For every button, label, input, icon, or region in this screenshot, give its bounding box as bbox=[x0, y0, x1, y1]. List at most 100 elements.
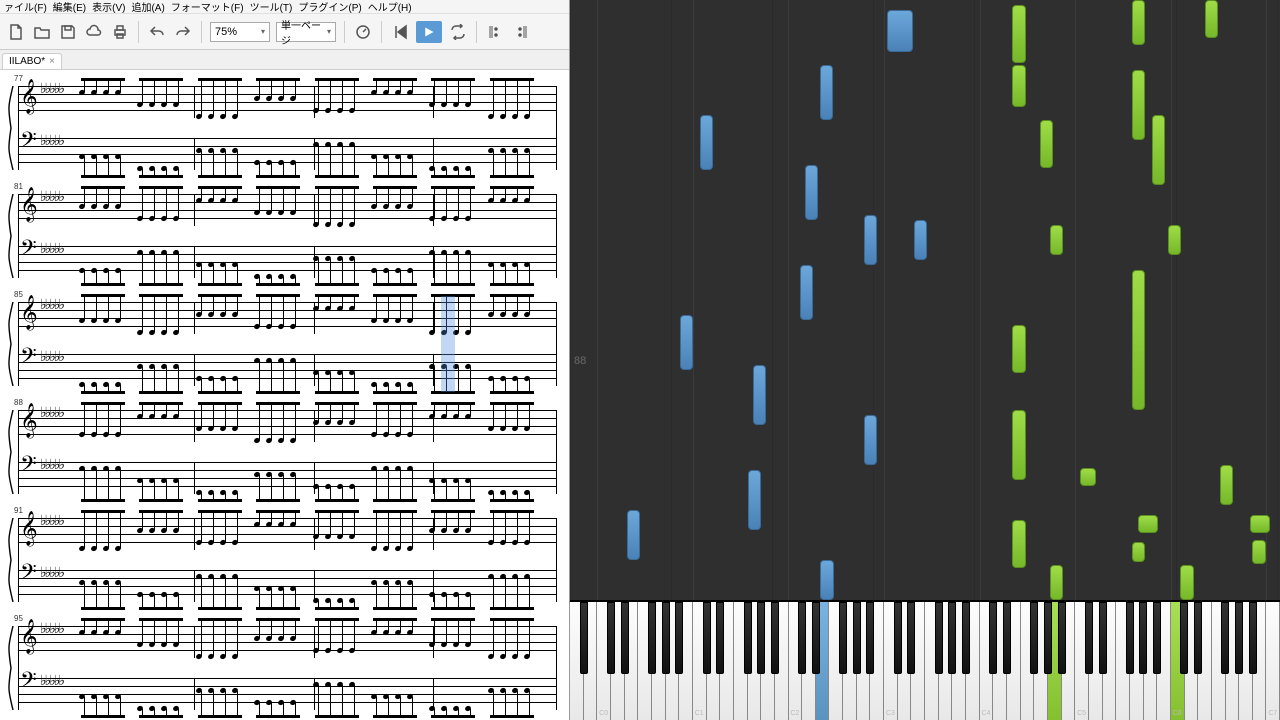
white-key[interactable] bbox=[1239, 602, 1253, 720]
white-key[interactable] bbox=[1062, 602, 1076, 720]
white-key[interactable] bbox=[666, 602, 680, 720]
white-key[interactable] bbox=[1130, 602, 1144, 720]
white-key[interactable]: C0 bbox=[597, 602, 611, 720]
white-key[interactable]: C1 bbox=[693, 602, 707, 720]
white-key[interactable] bbox=[679, 602, 693, 720]
grand-staff-brace bbox=[6, 86, 14, 170]
score-canvas[interactable]: 77𝄞♭♭♭♭♭𝄢♭♭♭♭♭81𝄞♭♭♭♭♭𝄢♭♭♭♭♭85𝄞♭♭♭♭♭𝄢♭♭♭… bbox=[0, 70, 569, 720]
white-key[interactable] bbox=[1021, 602, 1035, 720]
white-key[interactable] bbox=[734, 602, 748, 720]
falling-note-green bbox=[1012, 520, 1026, 568]
close-icon[interactable]: × bbox=[49, 56, 55, 67]
redo-icon[interactable] bbox=[173, 22, 193, 42]
white-key[interactable] bbox=[898, 602, 912, 720]
falling-note-green bbox=[1012, 410, 1026, 480]
loop-icon[interactable] bbox=[448, 22, 468, 42]
white-key[interactable] bbox=[584, 602, 598, 720]
white-key[interactable] bbox=[816, 602, 830, 720]
white-key[interactable]: C3 bbox=[884, 602, 898, 720]
white-key[interactable] bbox=[775, 602, 789, 720]
white-key[interactable] bbox=[1103, 602, 1117, 720]
white-key[interactable] bbox=[1007, 602, 1021, 720]
treble-staff: 𝄞♭♭♭♭♭ bbox=[18, 194, 557, 226]
menu-item[interactable]: ァイル(F) bbox=[4, 0, 47, 14]
menu-item[interactable]: プラグイン(P) bbox=[298, 0, 361, 14]
play-button[interactable] bbox=[416, 21, 442, 43]
bass-staff: 𝄢♭♭♭♭♭ bbox=[18, 570, 557, 602]
white-key[interactable] bbox=[1116, 602, 1130, 720]
white-key[interactable] bbox=[1212, 602, 1226, 720]
menu-item[interactable]: 追加(A) bbox=[131, 0, 164, 14]
falling-note-blue bbox=[805, 165, 818, 220]
menu-item[interactable]: ヘルプ(H) bbox=[368, 0, 412, 14]
white-key[interactable] bbox=[1157, 602, 1171, 720]
white-key[interactable] bbox=[966, 602, 980, 720]
menu-item[interactable]: フォーマット(F) bbox=[171, 0, 244, 14]
white-key[interactable] bbox=[843, 602, 857, 720]
white-key[interactable]: C6 bbox=[1171, 602, 1185, 720]
white-key[interactable] bbox=[570, 602, 584, 720]
white-key[interactable] bbox=[1185, 602, 1199, 720]
white-key[interactable]: C7 bbox=[1266, 602, 1280, 720]
white-key[interactable] bbox=[1048, 602, 1062, 720]
white-key[interactable] bbox=[1253, 602, 1267, 720]
treble-staff: 𝄞♭♭♭♭♭ bbox=[18, 410, 557, 442]
chevron-down-icon: ▾ bbox=[327, 27, 331, 36]
falling-note-blue bbox=[748, 470, 761, 530]
undo-icon[interactable] bbox=[147, 22, 167, 42]
open-folder-icon[interactable] bbox=[32, 22, 52, 42]
print-icon[interactable] bbox=[110, 22, 130, 42]
white-key[interactable] bbox=[707, 602, 721, 720]
white-key[interactable] bbox=[1226, 602, 1240, 720]
white-key[interactable]: C2 bbox=[789, 602, 803, 720]
white-key[interactable]: C5 bbox=[1075, 602, 1089, 720]
white-key[interactable] bbox=[870, 602, 884, 720]
white-key[interactable] bbox=[1198, 602, 1212, 720]
white-key[interactable] bbox=[611, 602, 625, 720]
white-key[interactable] bbox=[625, 602, 639, 720]
repeat-end-icon[interactable] bbox=[511, 22, 531, 42]
white-key[interactable] bbox=[720, 602, 734, 720]
measure-number-label: 88 bbox=[574, 355, 586, 367]
grand-staff-brace bbox=[6, 194, 14, 278]
menu-item[interactable]: 表示(V) bbox=[92, 0, 125, 14]
white-key[interactable] bbox=[761, 602, 775, 720]
rewind-icon[interactable] bbox=[390, 22, 410, 42]
save-icon[interactable] bbox=[58, 22, 78, 42]
key-label: C0 bbox=[597, 710, 610, 717]
white-key[interactable] bbox=[952, 602, 966, 720]
falling-note-blue bbox=[627, 510, 640, 560]
staff-system: 88𝄞♭♭♭♭♭𝄢♭♭♭♭♭ bbox=[12, 402, 557, 502]
white-key[interactable] bbox=[911, 602, 925, 720]
white-key[interactable] bbox=[939, 602, 953, 720]
new-file-icon[interactable] bbox=[6, 22, 26, 42]
metronome-icon[interactable] bbox=[353, 22, 373, 42]
key-signature: ♭♭♭♭♭ bbox=[40, 138, 63, 146]
white-key[interactable] bbox=[652, 602, 666, 720]
treble-clef-icon: 𝄞 bbox=[20, 512, 38, 546]
menu-item[interactable]: 編集(E) bbox=[53, 0, 86, 14]
cloud-icon[interactable] bbox=[84, 22, 104, 42]
menu-item[interactable]: ツール(T) bbox=[250, 0, 293, 14]
white-key[interactable] bbox=[1089, 602, 1103, 720]
score-tab[interactable]: IILABO* × bbox=[2, 53, 62, 69]
falling-note-blue bbox=[820, 560, 834, 600]
white-key[interactable] bbox=[829, 602, 843, 720]
white-key[interactable] bbox=[1144, 602, 1158, 720]
white-key[interactable] bbox=[748, 602, 762, 720]
white-key[interactable] bbox=[925, 602, 939, 720]
white-key[interactable] bbox=[1034, 602, 1048, 720]
treble-staff: 𝄞♭♭♭♭♭ bbox=[18, 626, 557, 658]
repeat-start-icon[interactable] bbox=[485, 22, 505, 42]
white-key[interactable] bbox=[638, 602, 652, 720]
staff-system: 95𝄞♭♭♭♭♭𝄢♭♭♭♭♭ bbox=[12, 618, 557, 718]
key-signature: ♭♭♭♭♭ bbox=[40, 570, 63, 578]
zoom-select[interactable]: 75% ▾ bbox=[210, 22, 270, 42]
white-key[interactable] bbox=[993, 602, 1007, 720]
page-mode-select[interactable]: 単一ページ ▾ bbox=[276, 22, 336, 42]
white-key[interactable] bbox=[857, 602, 871, 720]
white-key[interactable]: C4 bbox=[980, 602, 994, 720]
white-key[interactable] bbox=[802, 602, 816, 720]
falling-note-green bbox=[1012, 325, 1026, 373]
piano-keyboard[interactable]: C0 C1 C2 C3 C4 C5 C6 C7 bbox=[570, 600, 1280, 720]
